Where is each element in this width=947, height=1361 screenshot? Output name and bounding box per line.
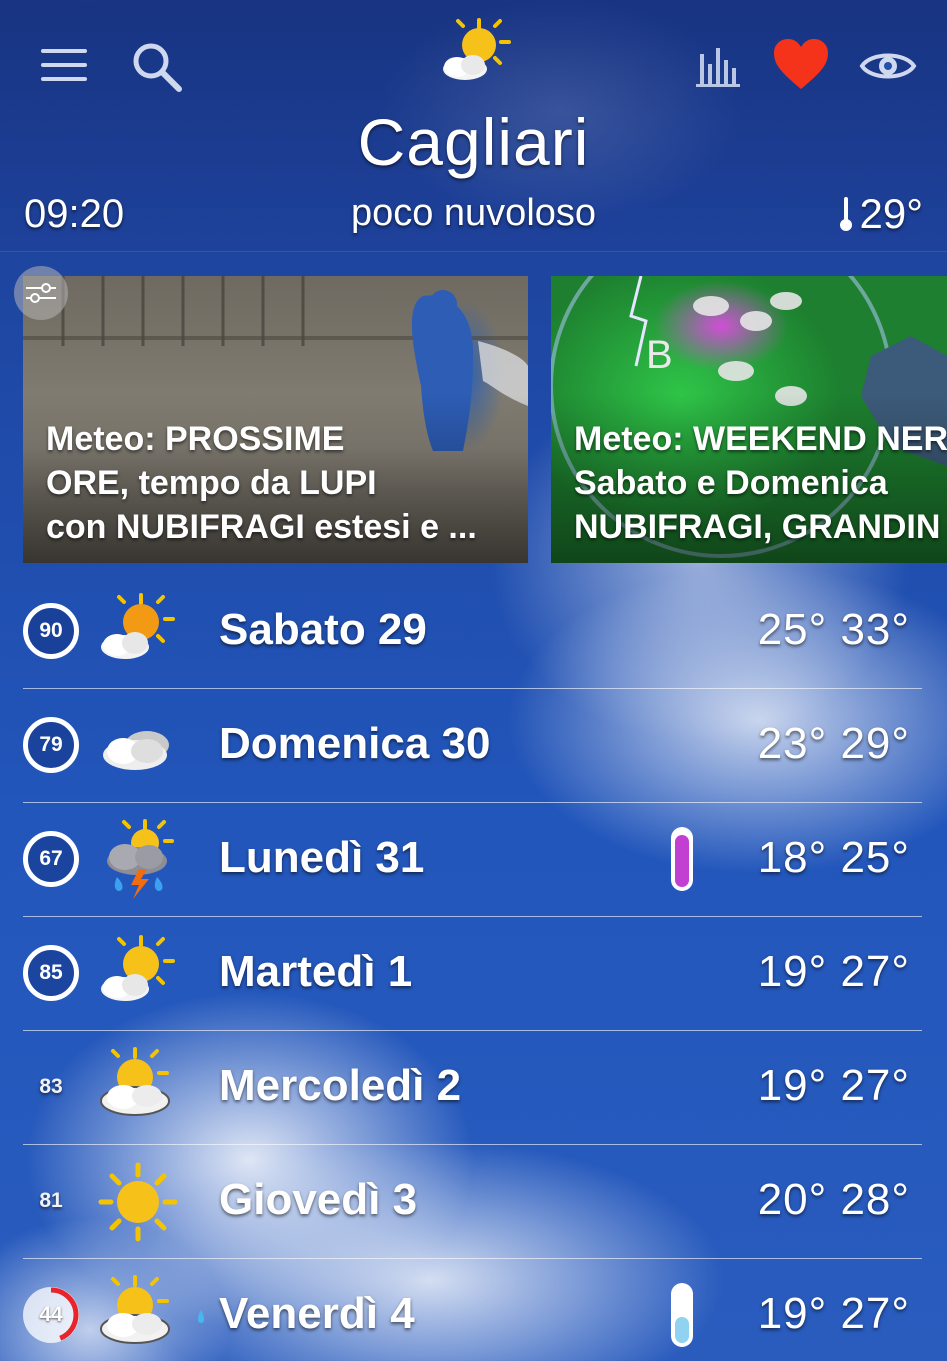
- forecast-row[interactable]: 85 Martedì 1 19° 27°: [23, 917, 922, 1031]
- forecast-day: Venerdì 4: [219, 1289, 415, 1338]
- news-caption-line: con NUBIFRAGI estesi e ...: [46, 508, 477, 546]
- news-card[interactable]: Meteo: PROSSIME ORE, tempo da LUPI con N…: [23, 276, 528, 563]
- sun-cloud-icon: [100, 1047, 170, 1116]
- news-caption-line: Meteo: PROSSIME: [46, 420, 345, 458]
- reliability-score: 67: [23, 831, 79, 887]
- temperature-range: 19° 27°: [757, 947, 910, 996]
- temperature-range: 18° 25°: [757, 833, 910, 882]
- thunderstorm-icon: [107, 819, 174, 899]
- reliability-score: 90: [23, 603, 79, 659]
- eye-icon[interactable]: [858, 44, 918, 88]
- temperature-range: 25° 33°: [757, 605, 910, 654]
- reliability-score: 85: [23, 945, 79, 1001]
- reliability-ring: [23, 1287, 79, 1343]
- temperature-range: 23° 29°: [757, 719, 910, 768]
- cloud-icon: [103, 731, 169, 770]
- reliability-score: 79: [23, 717, 79, 773]
- filter-settings-icon[interactable]: [14, 266, 68, 320]
- rain-drop-icon: [198, 1310, 204, 1323]
- forecast-day: Giovedì 3: [219, 1175, 418, 1224]
- forecast-day: Sabato 29: [219, 605, 427, 654]
- sun-cloud-icon: [100, 1275, 170, 1344]
- reliability-score: 83: [39, 1075, 63, 1098]
- stats-icon[interactable]: [694, 42, 742, 90]
- forecast-day: Lunedì 31: [219, 833, 425, 882]
- favorite-heart-icon[interactable]: [772, 36, 830, 92]
- forecast-row[interactable]: 81 Giovedì 3 20° 28°: [23, 1145, 922, 1259]
- news-caption-line: NUBIFRAGI, GRANDIN: [574, 508, 941, 546]
- sun-icon: [98, 1162, 178, 1242]
- news-caption-line: ORE, tempo da LUPI: [46, 464, 377, 502]
- sun-cloud-icon: [101, 593, 175, 659]
- forecast-row[interactable]: 67 Lunedì 31 18° 25°: [23, 803, 922, 917]
- forecast-day: Domenica 30: [219, 719, 491, 768]
- current-temperature: 29°: [839, 190, 923, 238]
- forecast-day: Martedì 1: [219, 947, 413, 996]
- forecast-row[interactable]: 79 Domenica 30 23° 29°: [23, 689, 922, 803]
- city-name: Cagliari: [357, 105, 590, 179]
- current-temp-value: 29°: [859, 190, 923, 237]
- news-caption-line: Meteo: WEEKEND NER: [574, 420, 947, 458]
- forecast-row[interactable]: 90 Sabato 29 25° 33°: [23, 575, 922, 689]
- current-condition: poco nuvoloso: [350, 192, 597, 234]
- forecast-row[interactable]: 44 Venerdì 4 19° 27°: [23, 1259, 922, 1361]
- thermometer-icon: [671, 1283, 693, 1347]
- search-icon[interactable]: [126, 38, 186, 94]
- reliability-score: 81: [39, 1189, 63, 1212]
- temperature-range: 19° 27°: [757, 1061, 910, 1110]
- sun-cloud-icon: [434, 16, 514, 88]
- news-caption-line: Sabato e Domenica: [574, 464, 888, 502]
- temperature-range: 20° 28°: [757, 1175, 910, 1224]
- news-caption[interactable]: Meteo: PROSSIME ORE, tempo da LUPI con N…: [46, 417, 477, 549]
- sun-cloud-icon: [101, 935, 175, 1001]
- svg-text:B: B: [646, 333, 673, 377]
- temperature-range: 19° 27°: [757, 1289, 910, 1338]
- menu-icon[interactable]: [36, 40, 92, 90]
- news-card[interactable]: B Meteo: WEEKEND NER Sabato e Domenica N…: [551, 276, 947, 563]
- thermometer-small-icon: [840, 197, 853, 231]
- news-caption[interactable]: Meteo: WEEKEND NER Sabato e Domenica NUB…: [574, 417, 947, 549]
- thermometer-icon: [671, 827, 693, 891]
- forecast-row[interactable]: 83 Mercoledì 2 19° 27°: [23, 1031, 922, 1145]
- forecast-day: Mercoledì 2: [219, 1061, 462, 1110]
